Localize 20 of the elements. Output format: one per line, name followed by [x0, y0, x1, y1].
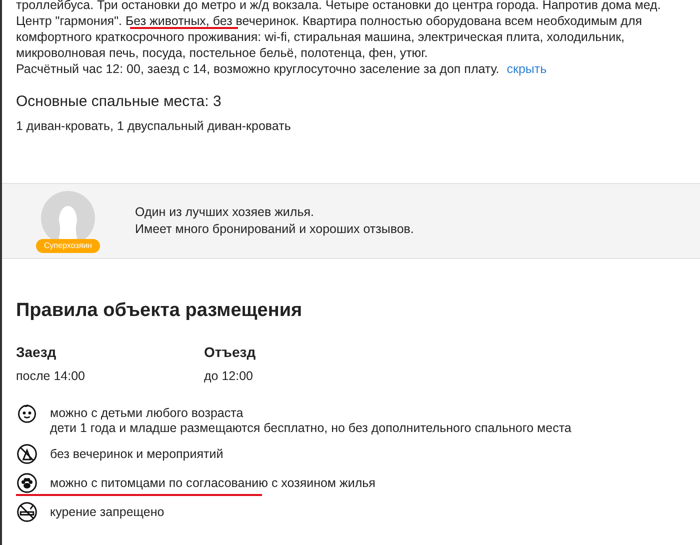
no-smoking-icon — [16, 501, 38, 523]
host-description: Один из лучших хозяев жилья. — [135, 204, 315, 221]
hide-link[interactable]: скрыть — [506, 62, 547, 76]
time-label: Заезд — [16, 343, 58, 361]
sleeping-title: Основные спальные места: 3 — [16, 92, 222, 112]
no-party-icon — [16, 443, 38, 465]
superhost-badge: Суперхозяин — [36, 239, 100, 253]
rules-title: Правила объекта размещения — [16, 299, 304, 323]
baby-face-icon — [16, 402, 38, 424]
rule-text: можно с детьми любого возраста дети 1 года и младше размещаются бесплатно, но без дополнительного спального места — [50, 405, 572, 436]
time-label: Отъезд — [204, 343, 257, 361]
time-value: до 12:00 — [204, 368, 254, 384]
rule-text: курение запрещено — [50, 504, 164, 520]
host-description: Имеет много бронирований и хороших отзывов. — [135, 221, 414, 238]
rule-text: можно с питомцами по согласованию с хозяином жилья — [50, 475, 376, 491]
description-text: троллейбуса. Три остановки до метро и ж/д вокзала. Четыре остановки до центра города. Напротив дома мед. Центр "гармония". Без животных, без вечеринок. Квартира полностью оборудована всем необходимым для комфортного краткосрочного проживания: wi-fi, стиральная машина, электрическая плита, холодильник, микроволновая печь, посуда, постельное бельё, полотенца, фен, утюг. Расчётный час 12: 00, заезд с 14, возможно круглосуточно заселение за доп плату. скрыть — [16, 0, 662, 77]
rule-text: без вечеринок и мероприятий — [50, 446, 224, 462]
sleeping-details: 1 диван-кровать, 1 двуспальный диван-кровать — [16, 118, 292, 134]
paw-icon — [16, 472, 38, 494]
time-value: после 14:00 — [16, 368, 86, 384]
